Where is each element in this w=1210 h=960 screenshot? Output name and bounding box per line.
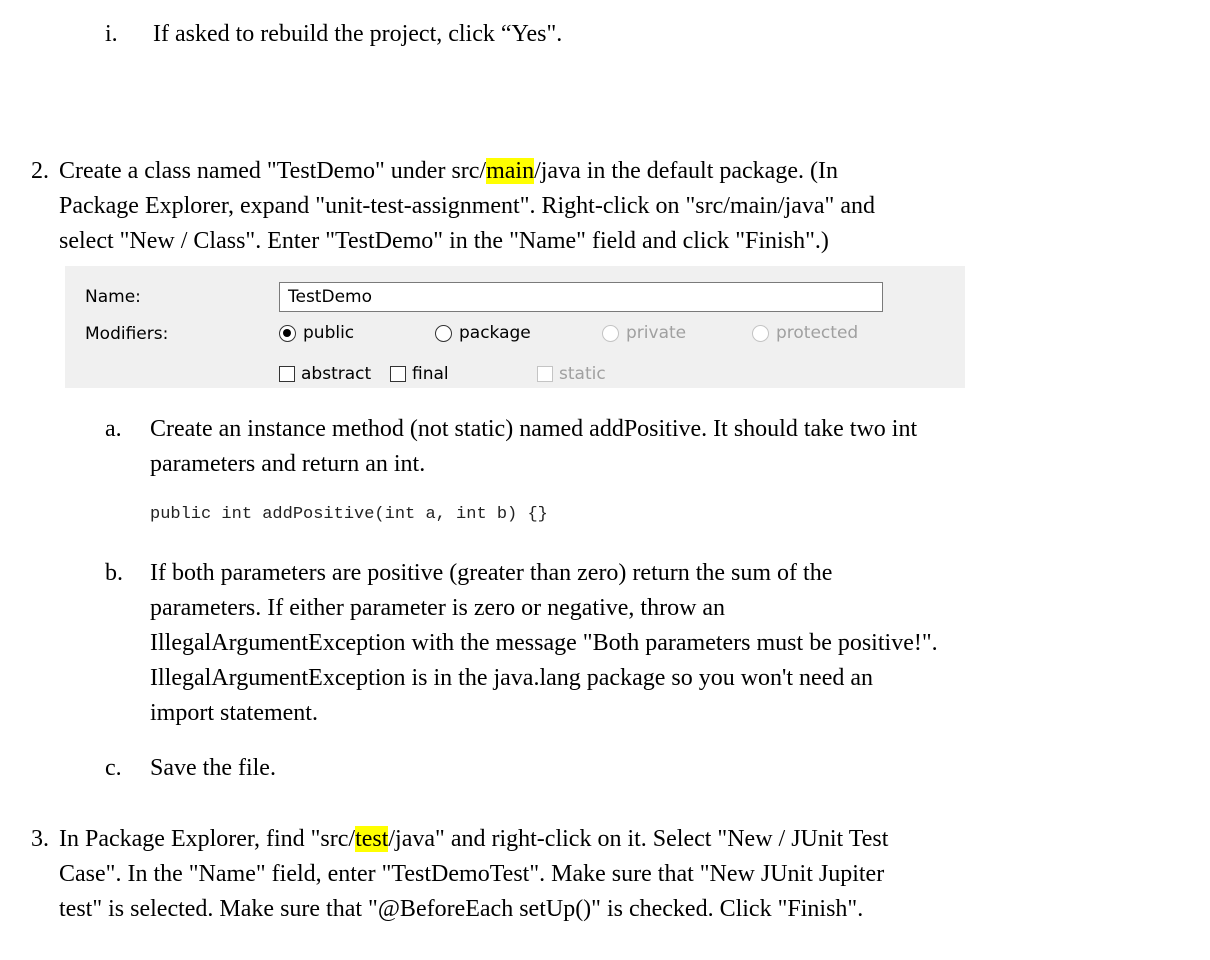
list-marker-b: b. (105, 560, 123, 586)
step-2b-line-5: import statement. (150, 700, 318, 726)
step-3-line-2: Case". In the "Name" field, enter "TestD… (59, 861, 885, 887)
highlight-main: main (486, 158, 535, 184)
radio-public-label: public (303, 323, 355, 343)
radio-protected: protected (752, 323, 858, 343)
step-3-line-3: test" is selected. Make sure that "@Befo… (59, 896, 864, 922)
step-3-line-1: In Package Explorer, find "src/test/java… (59, 823, 888, 855)
list-marker-3: 3. (31, 826, 49, 852)
checkbox-final-icon (390, 366, 406, 382)
step-2a-line-2: parameters and return an int. (150, 451, 426, 477)
step-2-line-3: select "New / Class". Enter "TestDemo" i… (59, 228, 829, 254)
list-marker-i: i. (105, 21, 118, 47)
radio-package-label: package (459, 323, 531, 343)
step-2-line-2: Package Explorer, expand "unit-test-assi… (59, 193, 875, 219)
highlight-test: test (355, 826, 389, 852)
code-snippet-method-signature: public int addPositive(int a, int b) {} (150, 505, 548, 524)
step-2b-line-3: IllegalArgumentException with the messag… (150, 630, 938, 656)
radio-protected-icon (752, 324, 769, 342)
step-1i-text: If asked to rebuild the project, click “… (153, 21, 563, 47)
step-2b-line-2: parameters. If either parameter is zero … (150, 595, 726, 621)
radio-protected-label: protected (776, 323, 859, 343)
modifiers-label: Modifiers: (85, 324, 169, 344)
radio-public-icon (279, 324, 296, 342)
list-marker-c: c. (105, 755, 122, 781)
name-label: Name: (85, 287, 141, 307)
step-2b-line-4: IllegalArgumentException is in the java.… (150, 665, 873, 691)
checkbox-final[interactable]: final (390, 364, 449, 384)
checkbox-final-label: final (412, 364, 449, 384)
list-marker-2: 2. (31, 158, 49, 184)
step-2-text-pre: Create a class named "TestDemo" under sr… (59, 158, 487, 184)
list-marker-a: a. (105, 416, 122, 442)
radio-private: private (602, 323, 686, 343)
checkbox-static-icon (537, 366, 553, 382)
step-3-text-pre: In Package Explorer, find "src/ (59, 826, 356, 852)
step-3-text-post: /java" and right-click on it. Select "Ne… (388, 826, 889, 852)
name-input[interactable]: TestDemo (279, 282, 883, 312)
step-2b-line-1: If both parameters are positive (greater… (150, 560, 833, 586)
checkbox-static-label: static (559, 364, 606, 384)
new-class-dialog-snippet: Name: TestDemo Modifiers: public package… (65, 266, 965, 388)
radio-package[interactable]: package (435, 323, 531, 343)
checkbox-abstract-icon (279, 366, 295, 382)
step-2-line-1: Create a class named "TestDemo" under sr… (59, 155, 838, 187)
radio-private-icon (602, 324, 619, 342)
step-2a-line-1: Create an instance method (not static) n… (150, 416, 918, 442)
step-2-text-post: /java in the default package. (In (534, 158, 838, 184)
checkbox-abstract[interactable]: abstract (279, 364, 371, 384)
radio-package-icon (435, 324, 452, 342)
radio-public[interactable]: public (279, 323, 354, 343)
step-2c-line-1: Save the file. (150, 755, 276, 781)
radio-private-label: private (626, 323, 687, 343)
checkbox-abstract-label: abstract (301, 364, 372, 384)
checkbox-static: static (537, 364, 606, 384)
